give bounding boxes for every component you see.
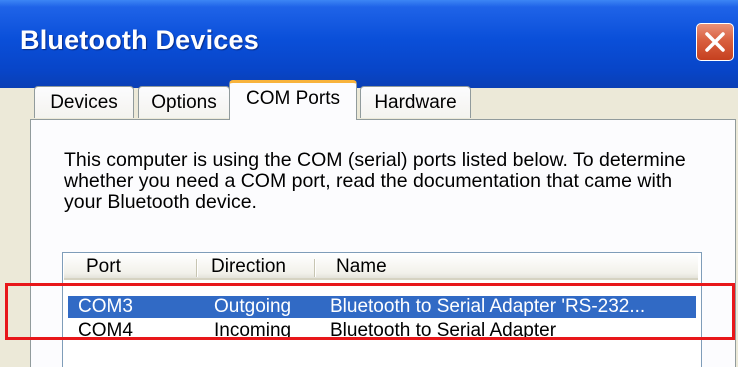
close-icon	[705, 32, 725, 52]
tab-options[interactable]: Options	[138, 86, 230, 118]
tab-devices[interactable]: Devices	[34, 86, 134, 118]
column-header-name[interactable]: Name	[336, 256, 387, 278]
column-separator[interactable]	[314, 259, 315, 277]
title-bar[interactable]: Bluetooth Devices	[0, 0, 738, 88]
red-highlight-box	[5, 283, 735, 340]
tab-hardware[interactable]: Hardware	[360, 86, 471, 118]
column-separator[interactable]	[196, 259, 197, 277]
column-header-direction[interactable]: Direction	[211, 256, 286, 278]
description-text: This computer is using the COM (serial) …	[64, 149, 686, 213]
window-title: Bluetooth Devices	[20, 25, 259, 55]
tab-com-ports[interactable]: COM Ports	[229, 80, 357, 120]
column-header-port[interactable]: Port	[86, 256, 121, 278]
close-button[interactable]	[696, 23, 734, 61]
